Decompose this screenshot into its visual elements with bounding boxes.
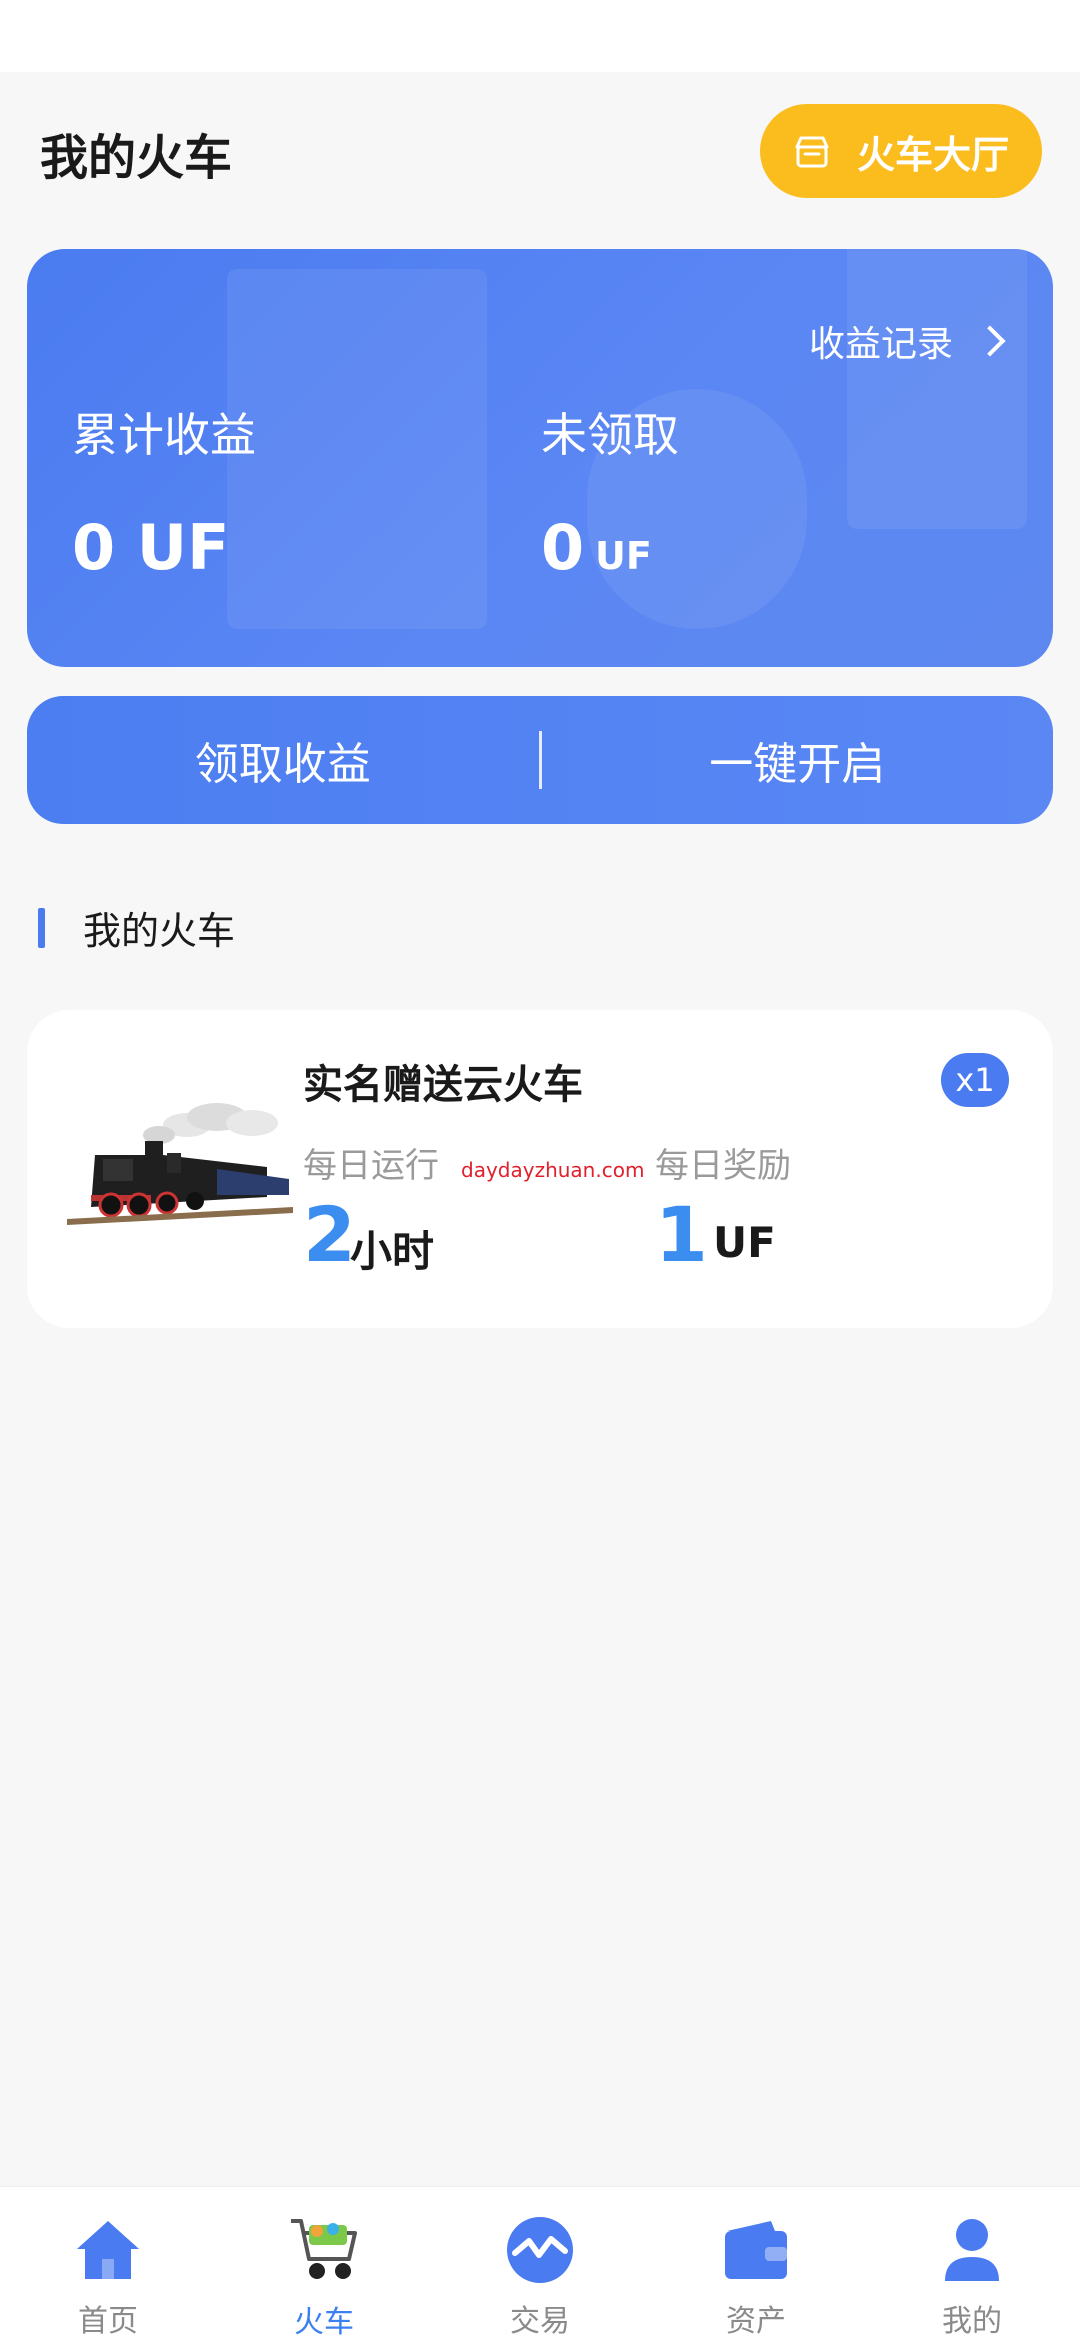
daily-reward-value: 1 bbox=[655, 1190, 708, 1279]
unclaimed-label: 未领取 bbox=[541, 408, 679, 462]
trade-icon bbox=[503, 2213, 577, 2286]
steam-train-image bbox=[67, 1095, 293, 1225]
train-count-badge: x1 bbox=[941, 1053, 1009, 1107]
tab-mine-label: 我的 bbox=[942, 2304, 1002, 2339]
watermark-text: daydayzhuan.com bbox=[461, 1158, 645, 1182]
unclaimed-unit: UF bbox=[595, 534, 652, 578]
total-earnings-value: 0 UF bbox=[72, 511, 230, 584]
section-title: 我的火车 bbox=[83, 909, 236, 953]
tab-home[interactable]: 首页 bbox=[0, 2187, 216, 2340]
tab-assets-label: 资产 bbox=[726, 2304, 786, 2339]
cart-icon bbox=[287, 2213, 361, 2287]
tab-train-label: 火车 bbox=[294, 2305, 354, 2340]
train-hall-button[interactable]: 火车大厅 bbox=[760, 104, 1042, 198]
bottom-tab-bar: 首页 火车 交易 资产 我的 bbox=[0, 2186, 1080, 2340]
train-name: 实名赠送云火车 bbox=[303, 1062, 583, 1108]
daily-run-value: 2 bbox=[303, 1190, 356, 1279]
tab-trade[interactable]: 交易 bbox=[432, 2187, 648, 2340]
status-bar bbox=[0, 0, 1080, 72]
daily-run-unit: 小时 bbox=[350, 1227, 435, 1276]
tab-trade-label: 交易 bbox=[510, 2304, 570, 2339]
chevron-right-icon bbox=[974, 325, 1006, 357]
earnings-record-label: 收益记录 bbox=[808, 324, 953, 365]
earnings-record-link[interactable]: 收益记录 bbox=[808, 315, 1006, 367]
unclaimed-value: 0 bbox=[541, 511, 585, 584]
section-header: 我的火车 bbox=[38, 900, 235, 955]
tab-mine[interactable]: 我的 bbox=[864, 2187, 1080, 2340]
home-icon bbox=[71, 2213, 145, 2286]
train-card[interactable]: 实名赠送云火车 x1 每日运行 daydayzhuan.com 每日奖励 2 小… bbox=[27, 1010, 1053, 1328]
card-decoration bbox=[227, 269, 487, 629]
user-icon bbox=[935, 2213, 1009, 2286]
daily-run-label: 每日运行 bbox=[303, 1146, 439, 1186]
earnings-card: 收益记录 累计收益 0 UF 未领取 0 UF bbox=[27, 249, 1053, 667]
daily-reward-label: 每日奖励 bbox=[655, 1146, 791, 1186]
claim-earnings-button[interactable]: 领取收益 bbox=[27, 728, 539, 792]
wallet-icon bbox=[719, 2213, 793, 2286]
daily-reward-unit: UF bbox=[713, 1218, 776, 1267]
page-title: 我的火车 bbox=[40, 130, 233, 186]
start-all-button[interactable]: 一键开启 bbox=[542, 728, 1054, 792]
total-earnings-label: 累计收益 bbox=[72, 408, 256, 462]
tab-train[interactable]: 火车 bbox=[216, 2187, 432, 2340]
tab-assets[interactable]: 资产 bbox=[648, 2187, 864, 2340]
store-icon bbox=[793, 134, 831, 168]
train-hall-label: 火车大厅 bbox=[856, 132, 1009, 177]
action-bar: 领取收益 一键开启 bbox=[27, 696, 1053, 824]
tab-home-label: 首页 bbox=[78, 2304, 138, 2339]
section-accent-bar bbox=[38, 907, 45, 948]
card-decoration bbox=[847, 249, 1027, 529]
